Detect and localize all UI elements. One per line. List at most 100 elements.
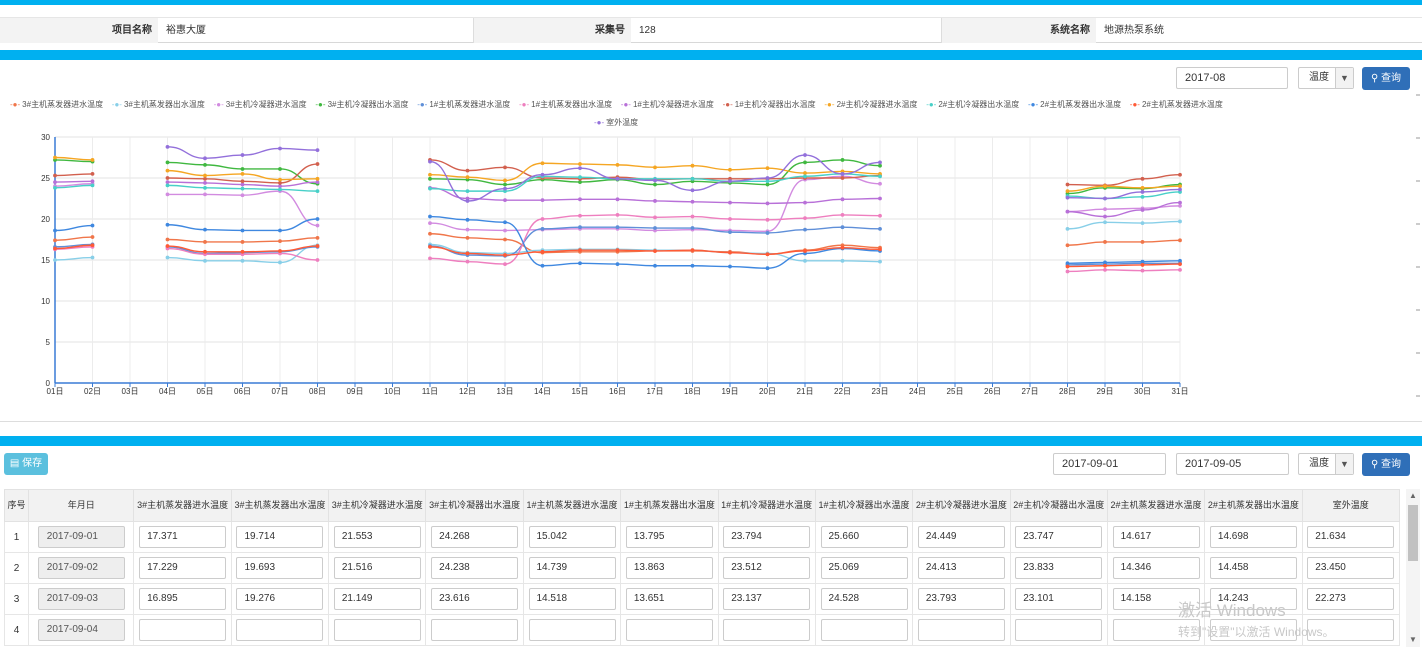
value-input[interactable]: 21.553 xyxy=(333,526,421,548)
series-line xyxy=(1067,205,1181,213)
value-input[interactable]: 24.268 xyxy=(431,526,519,548)
value-cell: 24.449 xyxy=(912,521,1011,553)
legend-item[interactable]: -●- 1#主机蒸发器出水温度 xyxy=(519,99,612,110)
value-input[interactable]: 24.528 xyxy=(820,588,908,610)
value-input[interactable]: 21.516 xyxy=(333,557,421,579)
value-input[interactable]: 23.616 xyxy=(431,588,519,610)
legend-label: 2#主机蒸发器进水温度 xyxy=(1141,100,1223,109)
legend-item[interactable]: -●- 2#主机蒸发器进水温度 xyxy=(1130,99,1223,110)
value-input[interactable]: 14.617 xyxy=(1112,526,1200,548)
x-tick-label: 21日 xyxy=(797,387,814,396)
column-header: 2#主机蒸发器出水温度 xyxy=(1204,489,1303,522)
chart-query-button[interactable]: ⚲ 查询 xyxy=(1362,67,1410,90)
data-point xyxy=(803,249,807,253)
value-input[interactable] xyxy=(1015,619,1103,641)
search-icon: ⚲ xyxy=(1370,459,1379,470)
value-input[interactable] xyxy=(236,619,324,641)
legend-item[interactable]: -●- 3#主机冷凝器出水温度 xyxy=(315,99,408,110)
value-input[interactable] xyxy=(820,619,908,641)
legend-item[interactable]: -●- 2#主机蒸发器出水温度 xyxy=(1028,99,1121,110)
data-point xyxy=(428,172,432,177)
legend-item[interactable]: -●- 3#主机蒸发器进水温度 xyxy=(10,99,103,110)
value-input[interactable]: 19.714 xyxy=(236,526,324,548)
value-input[interactable]: 21.634 xyxy=(1307,526,1395,548)
legend-item[interactable]: -●- 3#主机冷凝器进水温度 xyxy=(214,99,307,110)
value-input[interactable]: 25.069 xyxy=(820,557,908,579)
value-input[interactable] xyxy=(139,619,227,641)
data-point xyxy=(203,162,207,167)
table-metric-select[interactable]: 温度 ▼ xyxy=(1298,453,1354,475)
value-input[interactable]: 17.229 xyxy=(139,557,227,579)
table-scrollbar[interactable]: ▲ ▼ xyxy=(1406,489,1420,647)
value-input[interactable]: 21.149 xyxy=(333,588,421,610)
x-tick-label: 06日 xyxy=(234,387,251,396)
value-input[interactable]: 16.895 xyxy=(139,588,227,610)
scroll-up-icon[interactable]: ▲ xyxy=(1406,489,1420,503)
legend-item[interactable]: -●- 1#主机冷凝器出水温度 xyxy=(723,99,816,110)
value-input[interactable]: 23.794 xyxy=(723,526,811,548)
date-field: 2017-09-02 xyxy=(37,557,125,579)
data-point xyxy=(1140,176,1145,181)
chart-metric-select[interactable]: 温度 ▼ xyxy=(1298,67,1354,89)
data-point xyxy=(503,165,507,170)
value-input[interactable]: 23.833 xyxy=(1015,557,1103,579)
end-date-input[interactable]: 2017-09-05 xyxy=(1176,453,1289,475)
value-input[interactable] xyxy=(917,619,1005,641)
legend-item[interactable]: -●- 1#主机蒸发器进水温度 xyxy=(417,99,510,110)
value-input[interactable]: 23.512 xyxy=(723,557,811,579)
x-tick-label: 29日 xyxy=(1097,387,1114,396)
value-input[interactable]: 13.795 xyxy=(625,526,713,548)
value-input[interactable]: 19.276 xyxy=(236,588,324,610)
value-input[interactable]: 17.371 xyxy=(139,526,227,548)
data-point xyxy=(1140,185,1145,190)
legend-item[interactable]: -●- 1#主机冷凝器进水温度 xyxy=(621,99,714,110)
value-input[interactable] xyxy=(431,619,519,641)
legend-item[interactable]: -●- 3#主机蒸发器出水温度 xyxy=(112,99,205,110)
value-input[interactable]: 24.449 xyxy=(917,526,1005,548)
value-input[interactable]: 13.651 xyxy=(625,588,713,610)
value-input[interactable]: 13.863 xyxy=(625,557,713,579)
y-tick-label: 20 xyxy=(41,215,50,224)
month-input[interactable]: 2017-08 xyxy=(1176,67,1288,89)
value-input[interactable]: 14.698 xyxy=(1209,526,1297,548)
value-input[interactable]: 23.747 xyxy=(1015,526,1103,548)
value-input[interactable] xyxy=(723,619,811,641)
date-cell: 2017-09-02 xyxy=(28,552,135,584)
column-header: 年月日 xyxy=(28,489,135,522)
value-input[interactable] xyxy=(528,619,616,641)
value-input[interactable]: 23.101 xyxy=(1015,588,1103,610)
legend-item[interactable]: -●- 2#主机冷凝器出水温度 xyxy=(926,99,1019,110)
x-tick-label: 17日 xyxy=(647,387,664,396)
value-input[interactable] xyxy=(333,619,421,641)
project-name-value: 裕惠大厦 xyxy=(166,25,206,36)
value-input[interactable]: 23.450 xyxy=(1307,557,1395,579)
data-point xyxy=(690,214,695,219)
data-point xyxy=(1178,203,1182,208)
data-point xyxy=(278,228,282,233)
start-date-input[interactable]: 2017-09-01 xyxy=(1053,453,1166,475)
legend-marker-icon: -●- xyxy=(1028,100,1039,109)
value-cell: 14.617 xyxy=(1106,521,1206,553)
data-point xyxy=(1065,182,1070,187)
value-input[interactable]: 24.238 xyxy=(431,557,519,579)
data-point xyxy=(90,223,95,228)
value-input[interactable]: 14.739 xyxy=(528,557,616,579)
legend-marker-icon: -●- xyxy=(519,100,530,109)
value-input[interactable]: 19.693 xyxy=(236,557,324,579)
table-query-button[interactable]: ⚲ 查询 xyxy=(1362,453,1410,476)
value-input[interactable]: 14.518 xyxy=(528,588,616,610)
value-input[interactable]: 14.346 xyxy=(1112,557,1200,579)
value-input[interactable]: 23.137 xyxy=(723,588,811,610)
scroll-thumb[interactable] xyxy=(1408,505,1418,561)
value-input[interactable]: 25.660 xyxy=(820,526,908,548)
value-input[interactable] xyxy=(625,619,713,641)
legend-label: 2#主机冷凝器出水温度 xyxy=(938,100,1020,109)
legend-item[interactable]: -●- 2#主机冷凝器进水温度 xyxy=(824,99,917,110)
value-input[interactable]: 15.042 xyxy=(528,526,616,548)
save-button[interactable]: ▤ 保存 xyxy=(4,453,48,475)
value-input[interactable]: 14.458 xyxy=(1209,557,1297,579)
value-input[interactable]: 23.793 xyxy=(917,588,1005,610)
scroll-down-icon[interactable]: ▼ xyxy=(1406,633,1420,647)
data-point xyxy=(578,162,582,166)
value-input[interactable]: 24.413 xyxy=(917,557,1005,579)
